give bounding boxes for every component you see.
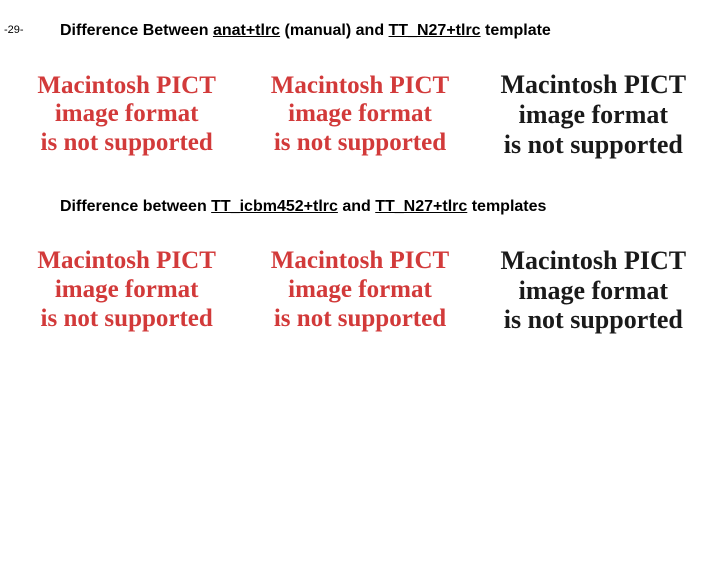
- heading2-term1: TT_icbm452+tlrc: [211, 198, 338, 215]
- heading1-term1: anat+tlrc: [213, 22, 280, 39]
- placeholder-line: image format: [477, 100, 710, 130]
- heading1-term2: TT_N27+tlrc: [389, 22, 481, 39]
- placeholder-line: Macintosh PICT: [10, 72, 243, 101]
- placeholder-line: is not supported: [243, 305, 476, 334]
- placeholder-line: image format: [10, 100, 243, 129]
- placeholder-line: Macintosh PICT: [10, 247, 243, 276]
- placeholder-line: is not supported: [10, 305, 243, 334]
- placeholder-line: is not supported: [477, 305, 710, 335]
- heading2-term2: TT_N27+tlrc: [375, 198, 467, 215]
- placeholder-line: image format: [10, 276, 243, 305]
- heading2-prefix: Difference between: [60, 198, 211, 215]
- placeholder-line: Macintosh PICT: [477, 70, 710, 100]
- pict-placeholder: Macintosh PICT image format is not suppo…: [10, 247, 243, 333]
- heading1-suffix: template: [481, 22, 551, 39]
- heading-comparison-1: Difference Between anat+tlrc (manual) an…: [60, 22, 720, 40]
- pict-placeholder: Macintosh PICT image format is not suppo…: [477, 246, 710, 336]
- pict-placeholder: Macintosh PICT image format is not suppo…: [10, 72, 243, 158]
- placeholder-line: image format: [243, 100, 476, 129]
- heading2-suffix: templates: [467, 198, 546, 215]
- image-row-2: Macintosh PICT image format is not suppo…: [0, 246, 720, 336]
- placeholder-line: is not supported: [477, 130, 710, 160]
- page-number: -29-: [4, 24, 24, 36]
- placeholder-line: Macintosh PICT: [243, 72, 476, 101]
- placeholder-line: Macintosh PICT: [243, 247, 476, 276]
- pict-placeholder: Macintosh PICT image format is not suppo…: [477, 70, 710, 160]
- pict-placeholder: Macintosh PICT image format is not suppo…: [243, 247, 476, 333]
- heading1-mid: (manual) and: [280, 22, 388, 39]
- pict-placeholder: Macintosh PICT image format is not suppo…: [243, 72, 476, 158]
- placeholder-line: Macintosh PICT: [477, 246, 710, 276]
- placeholder-line: is not supported: [10, 129, 243, 158]
- image-row-1: Macintosh PICT image format is not suppo…: [0, 70, 720, 160]
- placeholder-line: image format: [243, 276, 476, 305]
- heading-comparison-2: Difference between TT_icbm452+tlrc and T…: [60, 198, 720, 216]
- heading2-mid: and: [338, 198, 375, 215]
- heading1-prefix: Difference Between: [60, 22, 213, 39]
- placeholder-line: image format: [477, 276, 710, 306]
- placeholder-line: is not supported: [243, 129, 476, 158]
